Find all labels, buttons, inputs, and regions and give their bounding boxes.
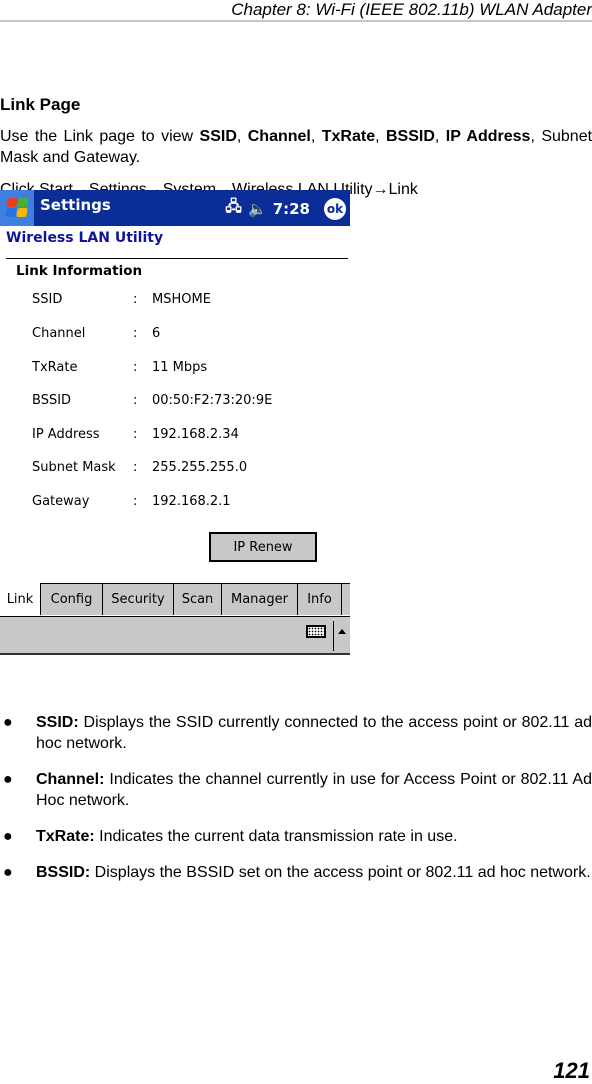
title-divider: [6, 258, 348, 259]
row-value: 192.168.2.34: [152, 427, 239, 442]
tab-scan[interactable]: Scan: [174, 583, 222, 615]
status-area: 🖧 🔈 7:28 ok: [225, 196, 346, 221]
group-title: Link Information: [16, 263, 143, 279]
intro-term: TxRate: [321, 128, 376, 145]
row-value: 11 Mbps: [152, 360, 208, 375]
title-bar: Settings 🖧 🔈 7:28 ok: [0, 190, 350, 226]
bullet-term: TxRate:: [36, 828, 95, 845]
row-colon: :: [133, 494, 138, 509]
tab-overflow[interactable]: [342, 583, 350, 615]
intro-sep: ,: [236, 128, 248, 145]
field-descriptions: ● SSID: Displays the SSID currently conn…: [0, 712, 592, 898]
row-value: 6: [152, 326, 161, 341]
row-label: Channel: [32, 326, 86, 341]
keyboard-icon[interactable]: [306, 625, 326, 638]
volume-icon[interactable]: 🔈: [248, 200, 267, 218]
intro-sep: ,: [530, 128, 542, 145]
tab-link[interactable]: Link: [0, 583, 40, 616]
pocketpc-screenshot: Settings 🖧 🔈 7:28 ok Wireless LAN Utilit…: [0, 190, 350, 656]
row-colon: :: [133, 460, 138, 475]
start-button[interactable]: [0, 190, 34, 226]
intro-sep: ,: [310, 128, 322, 145]
tab-info[interactable]: Info: [298, 583, 342, 615]
row-colon: :: [133, 393, 138, 408]
row-value: 192.168.2.1: [152, 494, 231, 509]
ok-button[interactable]: ok: [324, 197, 346, 220]
windows-flag-icon: [5, 197, 29, 219]
row-colon: :: [133, 427, 138, 442]
row-label: BSSID: [32, 393, 72, 408]
row-value: 255.255.255.0: [152, 460, 248, 475]
clock[interactable]: 7:28: [273, 200, 310, 218]
intro-sep: ,: [375, 128, 386, 145]
intro-sep: ,: [434, 128, 446, 145]
bullet-term: Channel:: [36, 771, 105, 788]
input-panel-arrow-icon[interactable]: [338, 629, 346, 634]
row-label: Gateway: [32, 494, 90, 509]
window-title: Settings: [40, 196, 111, 214]
menu-bar: [0, 617, 350, 655]
tab-manager[interactable]: Manager: [222, 583, 298, 615]
bullet-text: Displays the SSID currently connected to…: [36, 714, 592, 752]
bullet-text: Indicates the channel currently in use f…: [36, 771, 592, 809]
page-number: 121: [553, 1058, 590, 1083]
ip-renew-button[interactable]: IP Renew: [209, 532, 317, 562]
tab-bar: Link Config Security Scan Manager Info: [0, 583, 350, 617]
row-value: MSHOME: [152, 292, 211, 307]
bullet-text: Indicates the current data transmission …: [94, 828, 458, 845]
header-divider: [0, 20, 592, 22]
row-colon: :: [133, 326, 138, 341]
intro-text: Use the Link page to view: [0, 128, 200, 145]
app-title: Wireless LAN Utility: [6, 230, 164, 246]
chapter-header: Chapter 8: Wi-Fi (IEEE 802.11b) WLAN Ada…: [231, 0, 592, 19]
row-label: IP Address: [32, 427, 100, 442]
bullet-term: BSSID:: [36, 864, 91, 881]
tab-security[interactable]: Security: [103, 583, 174, 615]
bullet-icon: ●: [3, 714, 13, 731]
connectivity-icon[interactable]: 🖧: [225, 196, 242, 221]
bullet-term: SSID:: [36, 714, 79, 731]
intro-term: SSID: [199, 128, 237, 145]
bullet-item: ● SSID: Displays the SSID currently conn…: [0, 712, 592, 754]
bullet-item: ● BSSID: Displays the BSSID set on the a…: [0, 862, 592, 883]
bullet-icon: ●: [3, 864, 13, 881]
bullet-icon: ●: [3, 828, 13, 845]
row-label: Subnet Mask: [32, 460, 116, 475]
intro-paragraph: Use the Link page to view SSID, Channel,…: [0, 126, 592, 168]
bullet-item: ● TxRate: Indicates the current data tra…: [0, 826, 592, 847]
row-label: SSID: [32, 292, 63, 307]
intro-term: Channel: [247, 128, 311, 145]
row-value: 00:50:F2:73:20:9E: [152, 393, 273, 408]
row-colon: :: [133, 292, 138, 307]
bullet-icon: ●: [3, 771, 13, 788]
bullet-item: ● Channel: Indicates the channel current…: [0, 769, 592, 811]
row-label: TxRate: [32, 360, 78, 375]
intro-term: IP Address: [445, 128, 531, 145]
bullet-text: Displays the BSSID set on the access poi…: [90, 864, 591, 881]
section-title: Link Page: [0, 95, 81, 114]
intro-term: BSSID: [385, 128, 435, 145]
row-colon: :: [133, 360, 138, 375]
tab-config[interactable]: Config: [40, 583, 103, 615]
menu-separator: [333, 621, 334, 651]
